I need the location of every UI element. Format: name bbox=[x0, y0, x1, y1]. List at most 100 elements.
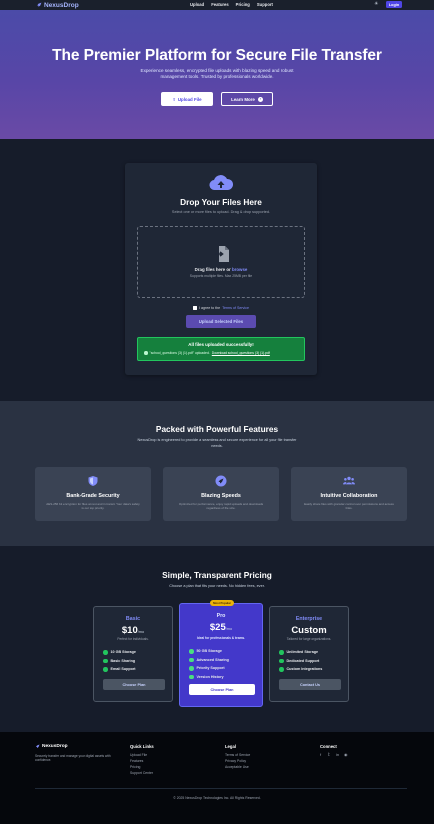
footer-brand: NexusDrop bbox=[35, 744, 68, 749]
upload-selected-button[interactable]: Upload Selected Files bbox=[186, 315, 256, 328]
check-icon bbox=[189, 674, 194, 679]
rocket-icon bbox=[215, 475, 227, 487]
success-title: All files uploaded successfully! bbox=[188, 342, 254, 347]
login-button[interactable]: Login bbox=[386, 1, 402, 8]
file-dropzone[interactable]: Drag files here or browse Supports multi… bbox=[137, 226, 305, 298]
hero-subtitle: Experience seamless, encrypted file uplo… bbox=[140, 68, 294, 79]
check-icon bbox=[189, 666, 194, 671]
upload-subtitle: Select one or more files to upload. Drag… bbox=[171, 210, 271, 214]
upload-title: Drop Your Files Here bbox=[180, 197, 262, 207]
plan-features: Unlimited Storage Dedicated Support Cust… bbox=[279, 648, 322, 674]
brand-logo[interactable]: NexusDrop bbox=[36, 2, 79, 9]
upload-file-button[interactable]: ⇪ Upload File bbox=[161, 92, 213, 106]
plan-feature: Priority Support bbox=[189, 664, 229, 673]
check-icon bbox=[189, 657, 194, 662]
feature-name: Bank-Grade Security bbox=[66, 493, 120, 499]
success-alert: All files uploaded successfully! "school… bbox=[137, 337, 305, 361]
footer-link[interactable]: Acceptable Use bbox=[225, 764, 250, 770]
terms-checkbox[interactable] bbox=[193, 306, 197, 310]
plan-features: 10 GB Storage Basic Sharing Email Suppor… bbox=[103, 648, 136, 674]
plan-feature-label: Email Support bbox=[110, 667, 136, 672]
copyright: © 2025 NexusDrop Technologies Inc. All R… bbox=[173, 796, 261, 800]
nav-link-pricing[interactable]: Pricing bbox=[236, 1, 250, 8]
footer-quick-links: Quick Links Upload File Features Pricing… bbox=[130, 744, 154, 776]
success-file: "school_questions (3) (1).pdf" uploaded. bbox=[149, 351, 210, 355]
price-period: /mo bbox=[225, 627, 233, 631]
plan-tagline: Tailored for large organizations. bbox=[286, 637, 332, 641]
plan-feature-label: Advanced Sharing bbox=[196, 657, 229, 662]
plan-feature-label: Unlimited Storage bbox=[286, 650, 319, 655]
plan-feature: Version History bbox=[189, 673, 229, 682]
footer-col-title: Connect bbox=[320, 744, 337, 749]
feature-card: Blazing Speeds Optimized for performance… bbox=[163, 467, 279, 521]
plan-feature-label: Version History bbox=[196, 674, 224, 679]
success-file-row: "school_questions (3) (1).pdf" uploaded.… bbox=[144, 351, 270, 355]
feature-card: Intuitive Collaboration Easily share fil… bbox=[291, 467, 407, 521]
feature-cards: Bank-Grade Security AES-256 bit encrypti… bbox=[35, 467, 407, 521]
hero-title: The Premier Platform for Secure File Tra… bbox=[52, 47, 382, 64]
plan-features: 50 GB Storage Advanced Sharing Priority … bbox=[189, 647, 229, 681]
download-link[interactable]: Download school_questions (3) (1).pdf bbox=[212, 351, 270, 355]
plan-name: Basic bbox=[125, 616, 141, 622]
terms-prefix: I agree to the bbox=[199, 306, 221, 310]
plan-feature-label: Dedicated Support bbox=[286, 658, 320, 663]
top-nav: NexusDrop Upload Features Pricing Suppor… bbox=[0, 0, 434, 10]
plan-feature: 10 GB Storage bbox=[103, 648, 136, 657]
pricing-subtitle: Choose a plan that fits your needs. No h… bbox=[169, 584, 265, 588]
plan-feature-label: Basic Sharing bbox=[110, 658, 136, 663]
footer-description: Securely transfer and manage your digita… bbox=[35, 754, 111, 763]
plan-feature-label: Priority Support bbox=[196, 666, 225, 671]
footer-divider bbox=[35, 788, 407, 789]
features-section: Packed with Powerful Features NexusDrop … bbox=[0, 401, 434, 546]
choose-basic-button[interactable]: Choose Plan bbox=[103, 679, 165, 690]
linkedin-icon[interactable]: in bbox=[336, 752, 341, 757]
plan-feature: Email Support bbox=[103, 665, 136, 674]
upload-icon: ⇪ bbox=[172, 96, 176, 102]
plan-feature-label: 10 GB Storage bbox=[110, 650, 136, 655]
price-amount: $10 bbox=[121, 625, 138, 636]
check-icon bbox=[103, 667, 108, 672]
plan-feature-label: Custom Integrations bbox=[286, 667, 323, 672]
github-icon[interactable]: ◉ bbox=[344, 752, 349, 757]
plan-name: Pro bbox=[216, 613, 226, 619]
terms-link[interactable]: Terms of Service bbox=[222, 306, 249, 310]
plan-card-pro: Most Popular Pro $25/mo Ideal for profes… bbox=[179, 600, 263, 707]
feature-desc: Optimized for performance, enjoy rapid u… bbox=[178, 502, 264, 510]
facebook-icon[interactable]: f bbox=[320, 752, 325, 757]
browse-link[interactable]: browse bbox=[232, 267, 247, 272]
check-icon bbox=[189, 649, 194, 654]
learn-more-button[interactable]: Learn More › bbox=[221, 92, 273, 106]
users-icon bbox=[343, 476, 355, 485]
brand-name: NexusDrop bbox=[44, 1, 79, 9]
pricing-title: Simple, Transparent Pricing bbox=[162, 570, 272, 580]
sun-icon[interactable]: ☀ bbox=[374, 1, 378, 7]
upload-card: Drop Your Files Here Select one or more … bbox=[125, 163, 317, 375]
plan-name: Enterprise bbox=[295, 616, 323, 622]
drop-text-label: Drag files here or bbox=[194, 267, 231, 272]
contact-us-button[interactable]: Contact Us bbox=[279, 679, 341, 690]
plan-card-enterprise: Enterprise Custom Tailored for large org… bbox=[269, 606, 349, 702]
plan-price: Custom bbox=[270, 625, 348, 636]
check-circle-icon bbox=[144, 351, 148, 355]
dropzone-hint: Supports multiple files. Max 25MB per fi… bbox=[189, 274, 253, 278]
footer-link[interactable]: Support Center bbox=[130, 770, 154, 776]
footer-col-title: Legal bbox=[225, 744, 236, 749]
plan-feature: Unlimited Storage bbox=[279, 648, 322, 657]
nav-link-features[interactable]: Features bbox=[211, 1, 228, 8]
footer-col-title: Quick Links bbox=[130, 744, 154, 749]
twitter-icon[interactable]: 𝕥 bbox=[328, 752, 333, 757]
price-amount: $25 bbox=[209, 622, 226, 633]
plan-feature: Basic Sharing bbox=[103, 657, 136, 666]
plan-feature: Dedicated Support bbox=[279, 657, 322, 666]
nav-link-upload[interactable]: Upload bbox=[190, 1, 204, 8]
check-icon bbox=[279, 667, 284, 672]
hero-buttons: ⇪ Upload File Learn More › bbox=[0, 92, 434, 106]
plan-feature: Advanced Sharing bbox=[189, 656, 229, 665]
upload-section: Drop Your Files Here Select one or more … bbox=[0, 139, 434, 401]
plan-tagline: Ideal for professionals & teams. bbox=[196, 636, 246, 640]
feature-card: Bank-Grade Security AES-256 bit encrypti… bbox=[35, 467, 151, 521]
price-period: /mo bbox=[137, 630, 145, 634]
learn-more-label: Learn More bbox=[231, 96, 255, 102]
nav-link-support[interactable]: Support bbox=[257, 1, 273, 8]
choose-pro-button[interactable]: Choose Plan bbox=[189, 684, 255, 695]
